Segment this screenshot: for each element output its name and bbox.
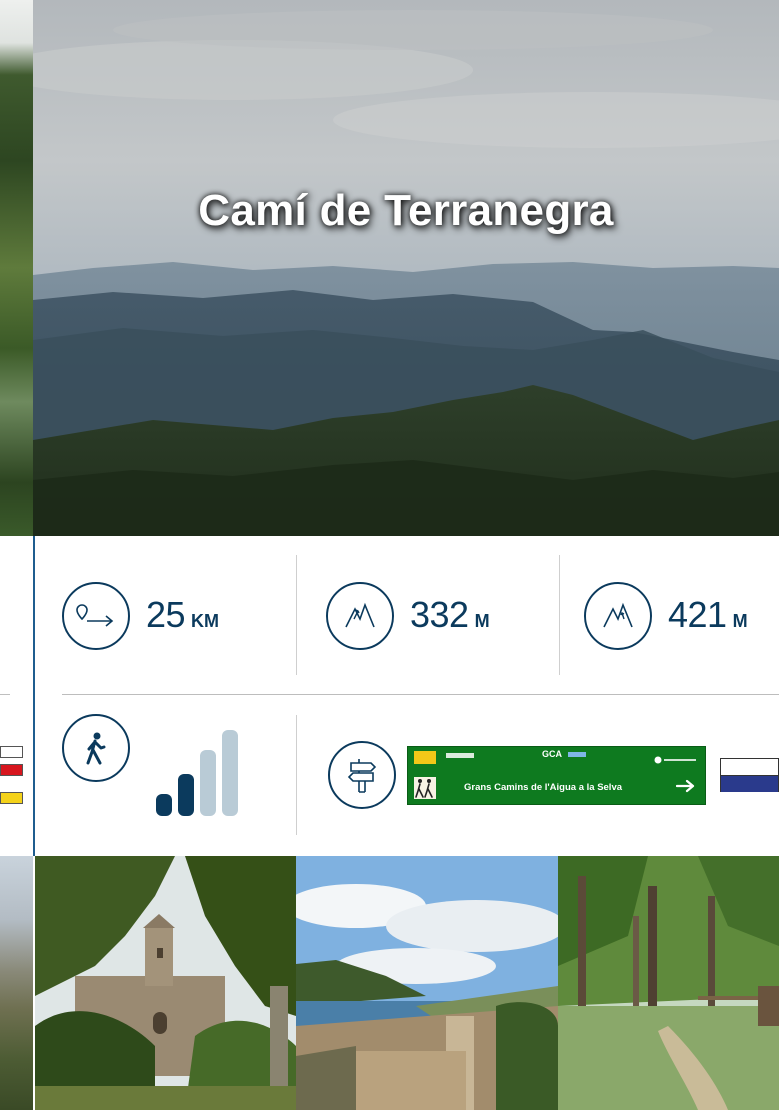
difficulty-bar <box>200 750 216 816</box>
previous-page-photo <box>0 0 33 536</box>
route-distance-icon <box>62 582 130 650</box>
elevation-unit: M <box>474 611 490 631</box>
waymark-blue-white <box>720 758 779 792</box>
distance-value: 25 <box>146 594 186 635</box>
church-photo <box>35 856 296 1110</box>
waymark-red-stripe <box>0 764 23 776</box>
waymark-white-stripe <box>0 746 23 758</box>
previous-page-divider <box>0 694 10 695</box>
section-divider <box>62 694 779 695</box>
trail-sign: GCA Grans Camins de l'Aigua a la Selva <box>407 746 706 805</box>
sign-text: Grans Camins de l'Aigua a la Selva <box>464 782 623 793</box>
signpost-icon <box>328 741 396 809</box>
altitude-value: 421 <box>668 594 727 635</box>
stat-divider <box>559 555 560 675</box>
page-title: Camí de Terranegra <box>198 186 614 235</box>
stat-divider <box>296 715 297 835</box>
difficulty-bar <box>156 794 172 816</box>
previous-page-town-photo <box>0 856 33 1110</box>
stat-divider <box>296 555 297 675</box>
mountain-landscape <box>33 0 779 536</box>
region-flag-icon <box>414 751 436 764</box>
hero-image: Camí de Terranegra <box>33 0 779 536</box>
difficulty-bar <box>222 730 238 816</box>
hikers-pictogram-icon <box>414 777 436 799</box>
altitude-unit: M <box>732 611 748 631</box>
hiker-icon <box>62 714 130 782</box>
altitude-stat: 421 M <box>668 594 748 636</box>
waymark-yellow-stripe <box>0 792 23 804</box>
authority-logo <box>446 753 474 758</box>
distance-stat: 25 KM <box>146 594 219 636</box>
section-spine <box>33 536 35 856</box>
elevation-stat: 332 M <box>410 594 490 636</box>
elevation-value: 332 <box>410 594 469 635</box>
arrow-right-icon <box>675 779 696 793</box>
forest-path-photo <box>558 856 779 1110</box>
partner-logo <box>654 751 698 764</box>
sign-code: GCA <box>542 749 562 759</box>
max-altitude-icon <box>584 582 652 650</box>
difficulty-meter <box>156 730 264 816</box>
sign-code-flag <box>568 752 586 757</box>
difficulty-bar <box>178 774 194 816</box>
distance-unit: KM <box>191 611 220 631</box>
coastal-town-photo <box>296 856 558 1110</box>
elevation-gain-icon <box>326 582 394 650</box>
previous-page-edge <box>0 0 33 1110</box>
